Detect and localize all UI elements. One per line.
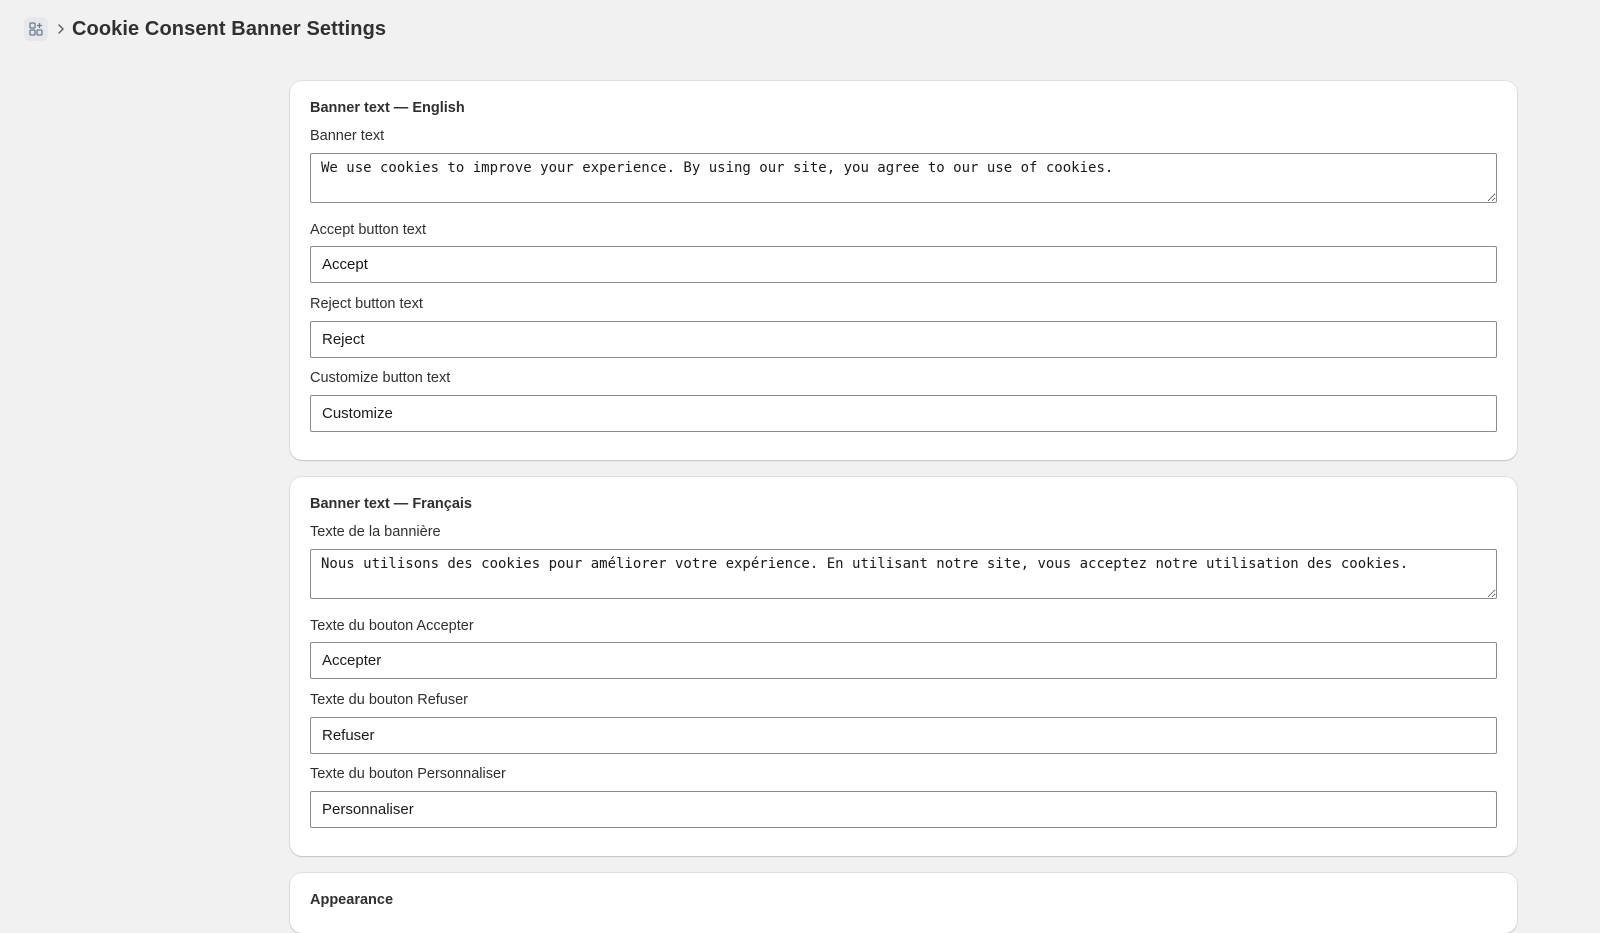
english-banner-card: Banner text — English Banner text We use… [290,81,1517,460]
refuser-button-text-label: Texte du bouton Refuser [310,692,468,708]
chevron-right-icon [56,22,66,36]
apps-icon[interactable] [24,17,48,41]
appearance-card: Appearance [290,873,1517,933]
french-banner-card: Banner text — Français Texte de la banni… [290,477,1517,856]
accept-button-text-input[interactable] [310,246,1497,283]
personnaliser-button-text-label: Texte du bouton Personnaliser [310,766,506,782]
page-title: Cookie Consent Banner Settings [72,17,387,40]
appearance-card-heading: Appearance [310,892,394,908]
french-card-heading: Banner text — Français [310,496,472,512]
texte-banniere-textarea[interactable]: Nous utilisons des cookies pour améliore… [310,549,1497,599]
reject-button-text-label: Reject button text [310,296,423,312]
texte-banniere-label: Texte de la bannière [310,524,441,540]
english-card-heading: Banner text — English [310,100,465,116]
banner-text-label: Banner text [310,128,385,144]
customize-button-text-input[interactable] [310,395,1497,432]
top-bar: Cookie Consent Banner Settings [0,0,1600,58]
accepter-button-text-input[interactable] [310,642,1497,679]
reject-button-text-input[interactable] [310,321,1497,358]
customize-button-text-label: Customize button text [310,370,451,386]
accepter-button-text-label: Texte du bouton Accepter [310,618,474,634]
refuser-button-text-input[interactable] [310,717,1497,754]
personnaliser-button-text-input[interactable] [310,791,1497,828]
banner-text-textarea[interactable]: We use cookies to improve your experienc… [310,153,1497,203]
accept-button-text-label: Accept button text [310,222,427,238]
